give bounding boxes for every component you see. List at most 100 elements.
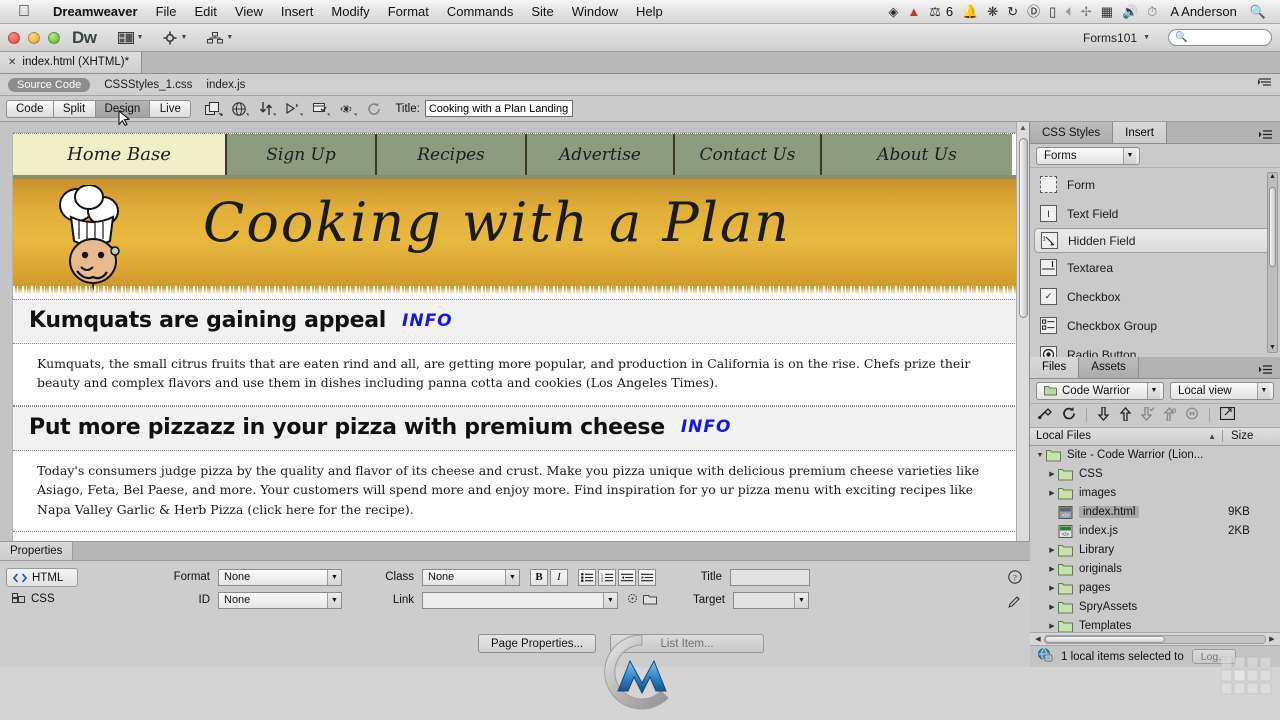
menu-file[interactable]: File — [147, 4, 186, 19]
sort-ascending-icon[interactable]: ▲ — [1208, 432, 1222, 441]
minimize-window-button[interactable] — [28, 31, 40, 44]
expand-triangle-icon[interactable]: ▶ — [1046, 489, 1058, 497]
menu-dreamweaver[interactable]: Dreamweaver — [44, 4, 147, 19]
close-window-button[interactable] — [8, 31, 20, 44]
browse-folder-icon[interactable] — [643, 593, 657, 608]
insert-item-textarea[interactable]: Textarea — [1030, 253, 1280, 282]
apple-logo-icon[interactable]:  — [18, 3, 30, 20]
display-icon[interactable]: ▯ — [1049, 5, 1056, 18]
tab-properties[interactable]: Properties — [0, 542, 74, 560]
scrollbar-track[interactable] — [1044, 634, 1266, 644]
live-code-icon[interactable] — [205, 101, 223, 116]
format-select[interactable]: None ▼ — [218, 568, 342, 586]
layout-switcher-icon[interactable]: ▼ — [113, 30, 149, 46]
bold-button[interactable]: B — [530, 568, 548, 586]
column-size[interactable]: Size — [1222, 430, 1280, 442]
tab-assets[interactable]: Assets — [1079, 356, 1139, 378]
sync-icon[interactable]: ↻ — [1007, 5, 1018, 18]
tab-css-styles[interactable]: CSS Styles — [1030, 122, 1114, 143]
insert-item-radio-button[interactable]: Radio Button — [1030, 340, 1280, 357]
clock-icon[interactable]: ⏱ — [1147, 5, 1157, 18]
nav-item-contact-us[interactable]: Contact Us — [675, 134, 822, 175]
info-badge[interactable]: INFO — [402, 311, 453, 331]
menu-help[interactable]: Help — [627, 4, 672, 19]
panel-options-icon[interactable] — [1258, 78, 1272, 91]
article-heading-block[interactable]: Put more pizzazz in your pizza with prem… — [13, 405, 1017, 451]
files-horizontal-scrollbar[interactable]: ◀ ▶ — [1030, 632, 1280, 645]
insert-item-text-field[interactable]: I Text Field — [1030, 199, 1280, 228]
gear-extensions-icon[interactable]: ▼ — [158, 29, 192, 47]
file-row-index-js[interactable]: </> index.js 2KB — [1030, 522, 1280, 541]
menu-insert[interactable]: Insert — [272, 4, 323, 19]
scrollbar-thumb[interactable] — [1269, 187, 1276, 267]
red-cone-icon[interactable]: ▲ — [907, 5, 920, 18]
scroll-left-icon[interactable]: ◀ — [1032, 635, 1044, 643]
expand-triangle-icon[interactable]: ▶ — [1046, 622, 1058, 630]
scroll-up-icon[interactable]: ▲ — [1268, 173, 1277, 180]
target-select[interactable]: ▼ — [733, 591, 809, 609]
tab-insert[interactable]: Insert — [1113, 122, 1167, 143]
user-name[interactable]: A Anderson — [1166, 4, 1241, 19]
bell-icon[interactable]: 🔔 — [962, 5, 978, 18]
unordered-list-icon[interactable] — [578, 568, 596, 586]
insert-category-select[interactable]: Forms ▼ — [1036, 146, 1140, 165]
inspect-icon[interactable] — [340, 102, 358, 116]
volume-icon[interactable]: 🔊 — [1122, 5, 1138, 18]
calculator-icon[interactable]: ▦ — [1101, 5, 1113, 18]
css-mode-button[interactable]: CSS — [6, 589, 78, 608]
panel-menu-icon[interactable] — [1252, 364, 1280, 378]
indent-icon[interactable] — [638, 568, 656, 586]
nav-item-home-base[interactable]: Home Base — [13, 134, 227, 175]
stamp-icon[interactable]: ⚖ — [929, 5, 941, 18]
insert-item-checkbox[interactable]: ✓ Checkbox — [1030, 282, 1280, 311]
expand-triangle-icon[interactable]: ▶ — [1046, 565, 1058, 573]
scroll-right-icon[interactable]: ▶ — [1266, 635, 1278, 643]
expand-triangle-icon[interactable]: ▶ — [1046, 584, 1058, 592]
menu-format[interactable]: Format — [379, 4, 438, 19]
synchronize-icon[interactable] — [1185, 407, 1199, 423]
page-properties-button[interactable]: Page Properties... — [478, 634, 597, 653]
file-row-images[interactable]: ▶ images — [1030, 484, 1280, 503]
outdent-icon[interactable] — [618, 568, 636, 586]
article-heading-block[interactable]: Kumquats are gaining appeal INFO — [13, 299, 1017, 344]
class-select[interactable]: None ▼ — [422, 568, 520, 586]
id-select[interactable]: None ▼ — [218, 591, 342, 609]
link-input[interactable]: ▼ — [422, 591, 618, 609]
related-file-js[interactable]: index.js — [206, 79, 245, 91]
refresh-icon[interactable] — [1062, 407, 1076, 423]
split-view-button[interactable]: Split — [52, 99, 95, 118]
menu-edit[interactable]: Edit — [186, 4, 226, 19]
insert-item-form[interactable]: Form — [1030, 170, 1280, 199]
panel-menu-icon[interactable] — [1252, 130, 1280, 143]
put-files-icon[interactable] — [1119, 406, 1132, 424]
file-row-originals[interactable]: ▶ originals — [1030, 560, 1280, 579]
design-view-canvas[interactable]: Home Base Sign Up Recipes Advertise Cont… — [12, 132, 1018, 562]
column-local-files[interactable]: Local Files — [1030, 430, 1208, 442]
dropbox-icon[interactable]: ◈ — [888, 5, 898, 18]
close-icon[interactable]: ✕ — [8, 57, 16, 68]
check-out-icon[interactable] — [1140, 405, 1155, 424]
expand-triangle-icon[interactable]: ▶ — [1046, 603, 1058, 611]
file-row-site[interactable]: ▼ Site - Code Warrior (Lion... — [1030, 446, 1280, 465]
nav-item-sign-up[interactable]: Sign Up — [227, 134, 377, 175]
file-row-templates[interactable]: ▶ Templates — [1030, 617, 1280, 632]
check-in-icon[interactable] — [1163, 406, 1177, 424]
scrollbar-thumb[interactable] — [1045, 635, 1165, 643]
menu-window[interactable]: Window — [563, 4, 627, 19]
expand-triangle-icon[interactable]: ▶ — [1046, 470, 1058, 478]
nav-item-about-us[interactable]: About Us — [822, 134, 1012, 175]
nav-item-recipes[interactable]: Recipes — [377, 134, 527, 175]
list-item-button[interactable]: List Item... — [610, 634, 765, 653]
timemachine-icon[interactable]: ⏴ — [1065, 5, 1072, 18]
menu-modify[interactable]: Modify — [322, 4, 378, 19]
article-body[interactable]: Today's consumers judge pizza by the qua… — [13, 450, 1017, 532]
connect-icon[interactable] — [1038, 407, 1053, 423]
view-select[interactable]: Local view ▼ — [1170, 381, 1274, 400]
related-file-css[interactable]: CSSStyles_1.css — [104, 79, 192, 91]
paw-icon[interactable]: ❋ — [987, 5, 998, 18]
expand-icon[interactable] — [1219, 406, 1236, 423]
file-management-icon[interactable] — [259, 101, 277, 116]
scroll-up-icon[interactable]: ▲ — [1017, 122, 1029, 133]
nav-item-advertise[interactable]: Advertise — [527, 134, 675, 175]
help-icon[interactable]: ? — [1008, 570, 1022, 587]
